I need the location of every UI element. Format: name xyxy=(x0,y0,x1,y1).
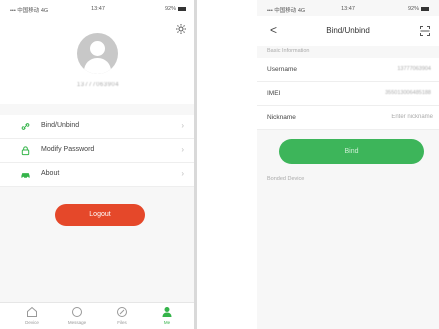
battery-icon xyxy=(178,6,186,11)
battery-percent: 92% xyxy=(164,6,176,12)
battery-icon xyxy=(421,6,429,11)
status-bar: ••• 中国移动 4G 13:47 92% xyxy=(0,6,196,16)
info-list: Username 13777063904 IMEI 35501300648518… xyxy=(257,58,439,130)
scan-icon[interactable] xyxy=(419,25,431,37)
tab-label: Files xyxy=(117,320,127,325)
menu-item-label: Bind/Unbind xyxy=(41,122,80,129)
row-label: Nickname xyxy=(267,114,296,121)
chevron-right-icon: › xyxy=(181,145,184,154)
battery-percent: 92% xyxy=(407,6,419,12)
chevron-right-icon: › xyxy=(181,169,184,178)
home-icon xyxy=(27,306,37,317)
battery: 92% xyxy=(408,6,429,12)
user-id: 13777063904 xyxy=(76,82,120,88)
menu-item-label: About xyxy=(41,170,60,177)
tab-label: Device xyxy=(25,320,39,325)
status-bar: ••• 中国移动 4G 13:47 92% xyxy=(257,6,439,16)
row-value: 355013006485188 xyxy=(385,90,431,96)
page-title: Bind/Unbind xyxy=(326,26,370,35)
avatar-head xyxy=(90,41,105,56)
tab-label: Me xyxy=(163,320,171,325)
tab-me[interactable]: Me xyxy=(152,306,182,325)
tab-message[interactable]: Message xyxy=(62,306,92,325)
files-icon xyxy=(117,307,127,317)
menu-item-label: Modify Password xyxy=(41,146,95,153)
profile-header: ••• 中国移动 4G 13:47 92% 13777063904 xyxy=(0,0,196,104)
screen-divider xyxy=(194,0,197,329)
section-label-basic: Basic Information xyxy=(267,48,310,54)
tab-device[interactable]: Device xyxy=(17,306,47,325)
chevron-right-icon: › xyxy=(181,121,184,130)
message-icon xyxy=(72,307,82,317)
row-label: Username xyxy=(267,66,297,73)
menu-item-about[interactable]: About › xyxy=(0,163,196,187)
gear-icon[interactable] xyxy=(175,23,187,35)
profile-screen: ••• 中国移动 4G 13:47 92% 13777063904 Bind/U… xyxy=(0,0,196,329)
row-imei: IMEI 355013006485188 xyxy=(257,82,439,106)
section-label-bonded: Bonded Device xyxy=(267,176,305,182)
avatar-body xyxy=(84,58,111,74)
battery: 92% xyxy=(165,6,186,12)
logout-button[interactable]: Logout xyxy=(55,204,145,226)
row-nickname: Nickname xyxy=(257,106,439,130)
row-value: 13777063904 xyxy=(397,66,431,72)
nickname-input[interactable] xyxy=(353,110,433,124)
row-label: IMEI xyxy=(267,90,281,97)
bind-button[interactable]: Bind xyxy=(279,139,424,164)
person-icon xyxy=(162,307,172,317)
tab-label: Message xyxy=(67,320,87,325)
avatar[interactable] xyxy=(77,33,118,74)
tab-bar: Device Message Files Me xyxy=(0,302,196,329)
car-icon xyxy=(21,173,30,179)
tab-files[interactable]: Files xyxy=(107,306,137,325)
link-icon xyxy=(21,123,30,130)
menu-item-modify-password[interactable]: Modify Password › xyxy=(0,139,196,163)
bind-screen: ••• 中国移动 4G 13:47 92% < Bind/Unbind Basi… xyxy=(257,0,439,329)
nav-bar: < Bind/Unbind xyxy=(257,16,439,46)
settings-menu: Bind/Unbind › Modify Password › About › xyxy=(0,115,196,187)
lock-icon xyxy=(21,146,30,156)
menu-item-bind-unbind[interactable]: Bind/Unbind › xyxy=(0,115,196,139)
row-username: Username 13777063904 xyxy=(257,58,439,82)
